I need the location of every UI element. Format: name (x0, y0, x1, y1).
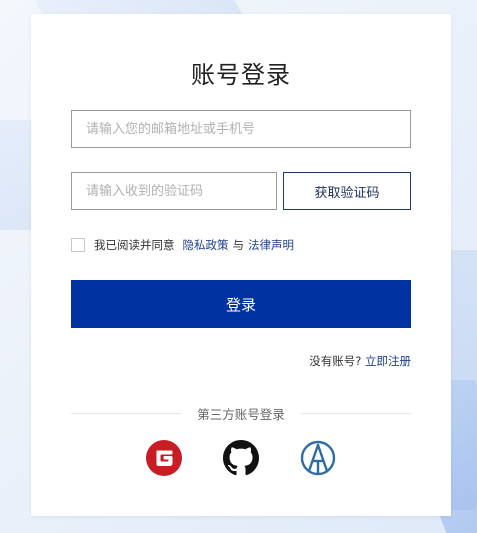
legal-notice-link[interactable]: 法律声明 (248, 237, 294, 253)
gitee-login-button[interactable] (146, 440, 182, 476)
page-title: 账号登录 (191, 61, 291, 89)
third-party-divider: 第三方账号登录 (71, 404, 412, 423)
verification-code-field[interactable] (71, 172, 277, 210)
atomgit-icon (300, 440, 336, 476)
agreement-row: 我已阅读并同意 隐私政策 与 法律声明 (71, 237, 294, 253)
login-button[interactable]: 登录 (71, 280, 411, 328)
social-login-list (31, 440, 451, 476)
email-field[interactable] (71, 110, 411, 148)
third-party-label: 第三方账号登录 (197, 407, 285, 422)
get-code-button[interactable]: 获取验证码 (283, 172, 411, 210)
login-card: 账号登录 获取验证码 我已阅读并同意 隐私政策 与 法律声明 登录 没有账号? … (31, 14, 451, 516)
and-text: 与 (232, 238, 245, 252)
divider-line (300, 413, 412, 414)
agree-checkbox[interactable] (71, 238, 85, 252)
atomgit-login-button[interactable] (300, 440, 336, 476)
no-account-text: 没有账号? (309, 354, 362, 368)
agree-text: 我已阅读并同意 (94, 238, 175, 252)
gitee-icon (146, 440, 182, 476)
register-row: 没有账号? 立即注册 (309, 353, 411, 369)
github-icon (223, 440, 259, 476)
github-login-button[interactable] (223, 440, 259, 476)
divider-line (71, 413, 182, 414)
register-link[interactable]: 立即注册 (365, 354, 411, 368)
privacy-policy-link[interactable]: 隐私政策 (183, 237, 229, 253)
